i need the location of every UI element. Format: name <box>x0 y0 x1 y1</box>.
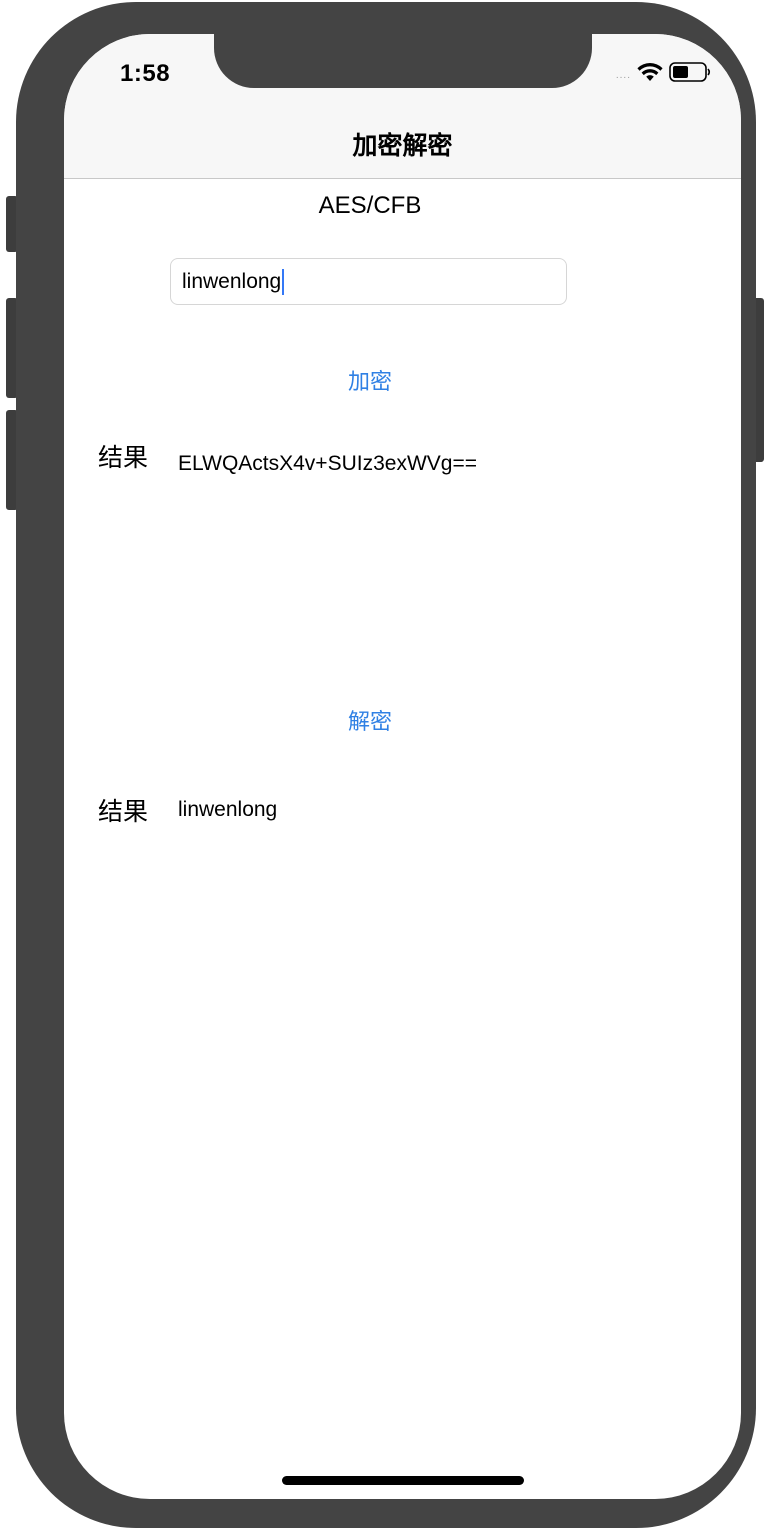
device-notch <box>214 34 592 88</box>
plaintext-input[interactable]: linwenlong <box>170 258 567 305</box>
decrypt-button[interactable]: 解密 <box>64 704 676 736</box>
encrypt-result-label: 结果 <box>98 444 149 472</box>
decrypt-result-value: linwenlong <box>178 798 278 821</box>
cellular-signal-icon: .... <box>615 69 631 81</box>
navigation-bar: 1:58 .... 加密解密 <box>64 34 741 179</box>
plaintext-input-value: linwenlong <box>182 269 282 293</box>
encrypt-button[interactable]: 加密 <box>64 364 676 396</box>
battery-icon <box>669 62 711 82</box>
status-indicators: .... <box>616 62 711 82</box>
app-screen: 1:58 .... 加密解密 AES/CFB linwenlong 加密 结果 … <box>64 34 741 1499</box>
page-title: 加密解密 <box>352 132 453 160</box>
algorithm-label: AES/CFB <box>318 192 422 219</box>
status-time: 1:58 <box>120 60 171 87</box>
encrypt-result-value: ELWQActsX4v+SUIz3exWVg== <box>178 452 477 475</box>
text-cursor <box>282 268 285 295</box>
phone-frame: 1:58 .... 加密解密 AES/CFB linwenlong 加密 结果 … <box>16 2 756 1528</box>
home-indicator[interactable] <box>282 1476 524 1485</box>
decrypt-result-label: 结果 <box>98 798 149 826</box>
wifi-icon <box>637 62 663 82</box>
